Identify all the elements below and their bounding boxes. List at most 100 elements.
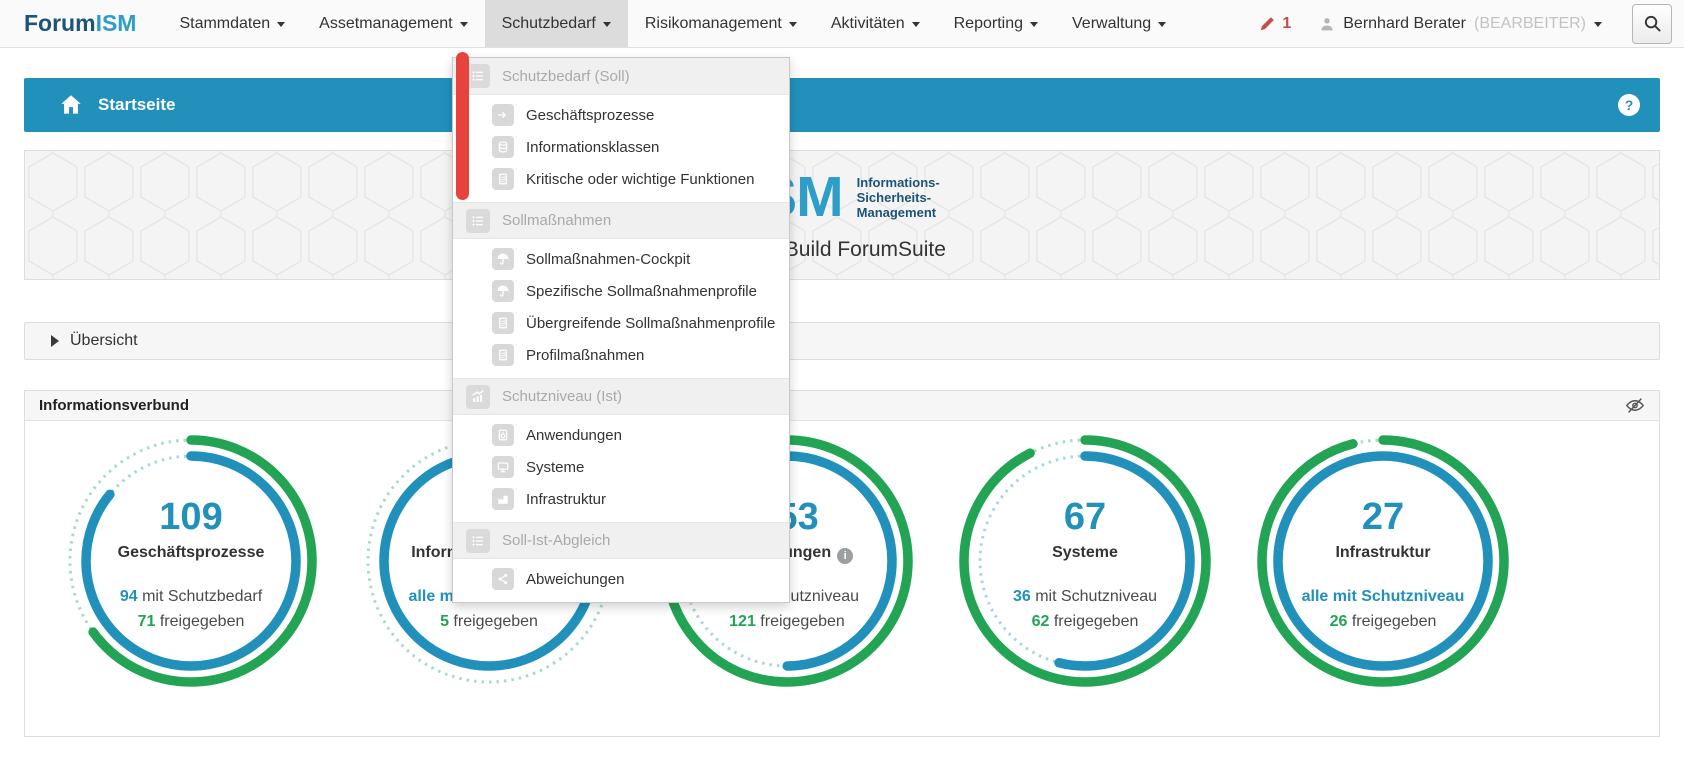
- page-title-bar: Startseite ?: [24, 78, 1660, 132]
- umbrella-icon: [492, 280, 514, 302]
- nav-item-schutzbedarf[interactable]: Schutzbedarf: [484, 0, 628, 47]
- chevron-down-icon: [459, 22, 468, 27]
- menu-item-label: Infrastruktur: [526, 490, 607, 508]
- schutzbedarf-dropdown-menu: Schutzbedarf (Soll) Geschäftsprozesse Info…: [452, 57, 790, 603]
- dropdown-item-list: Abweichungen: [453, 559, 789, 602]
- nav-item-stammdaten[interactable]: Stammdaten: [162, 0, 302, 47]
- donut-label-text: Systeme: [1052, 544, 1118, 561]
- overview-collapse-bar[interactable]: Übersicht: [24, 322, 1660, 360]
- menu-item-abweichungen[interactable]: Abweichungen: [453, 563, 789, 595]
- nav-item-aktivitäten[interactable]: Aktivitäten: [814, 0, 937, 47]
- menu-item-sollmaßnahmen-cockpit[interactable]: Sollmaßnahmen-Cockpit: [453, 243, 789, 275]
- donut-label: Geschäftsprozesse: [62, 544, 320, 562]
- eye-off-icon[interactable]: [1625, 397, 1645, 414]
- menu-item-label: Spezifische Sollmaßnahmenprofile: [526, 282, 757, 300]
- list-icon: [466, 64, 490, 88]
- edit-indicator[interactable]: 1: [1259, 15, 1291, 33]
- ism-caption-line: Informations-: [856, 174, 940, 190]
- arrow-right-icon: [492, 104, 514, 126]
- document-icon: [492, 344, 514, 366]
- panel-title: Informationsverbund: [39, 397, 190, 414]
- dropdown-section-title: Sollmaßnahmen: [502, 212, 612, 229]
- dropdown-section-header: Schutzbedarf (Soll): [453, 58, 789, 95]
- nav-item-reporting[interactable]: Reporting: [937, 0, 1055, 47]
- donut-label: Infrastruktur: [1254, 544, 1512, 562]
- chart-icon: [466, 384, 490, 409]
- informationsverbund-panel: Informationsverbund 109 Geschäftsprozesse…: [24, 390, 1660, 737]
- banner: ISM Informations- Sicherheits- Managemen…: [24, 150, 1660, 280]
- user-name: Bernhard Berater: [1343, 14, 1466, 32]
- document-icon: [492, 168, 514, 190]
- chevron-down-icon: [1030, 22, 1038, 27]
- search-button[interactable]: [1632, 3, 1672, 44]
- umbrella-icon: [492, 248, 514, 270]
- help-button[interactable]: ?: [1618, 94, 1640, 116]
- menu-item-label: Informationsklassen: [526, 138, 660, 156]
- donut-stat-line: 36 mit Schutzniveau: [1012, 588, 1158, 605]
- donut-stat-line: alle mit Schutzniveau: [1301, 588, 1465, 605]
- top-nav: ForumISM Stammdaten Assetmanagement Schutz…: [0, 0, 1684, 48]
- menu-item-infrastruktur[interactable]: Infrastruktur: [453, 483, 789, 515]
- chevron-down-icon: [1594, 22, 1602, 27]
- dropdown-section-header: Sollmaßnahmen: [453, 202, 789, 239]
- menu-item-label: Anwendungen: [526, 426, 622, 444]
- list-icon: [466, 528, 490, 553]
- user-menu[interactable]: Bernhard Berater (BEARBEITER): [1319, 15, 1602, 33]
- dropdown-section-header: Schutzniveau (Ist): [453, 378, 789, 415]
- donut-chart-systeme: 67 Systeme 36 mit Schutzniveau 62 freigegeb…: [956, 432, 1214, 690]
- person-icon: [1319, 16, 1335, 32]
- menu-item-übergreifende-sollmaßnahmenprofile[interactable]: Übergreifende Sollmaßnahmenprofile: [453, 307, 789, 339]
- factory-icon: [492, 488, 514, 510]
- donut-center-value: 109: [159, 496, 223, 538]
- donut-center-value: 27: [1361, 496, 1405, 538]
- search-icon: [1643, 14, 1662, 33]
- dropdown-section: Schutzniveau (Ist) Anwendungen Systeme Infr…: [453, 378, 789, 522]
- menu-item-label: Geschäftsprozesse: [526, 106, 655, 124]
- dropdown-section: Soll-Ist-Abgleich Abweichungen: [453, 522, 789, 602]
- monitor-icon: [492, 456, 514, 478]
- share-icon: [492, 568, 514, 590]
- banner-content: ISM Informations- Sicherheits- Managemen…: [25, 151, 1659, 279]
- menu-item-systeme[interactable]: Systeme: [453, 451, 789, 483]
- donut-stat-line: 26 freigegeben: [1329, 613, 1437, 630]
- app-logo-part1: Forum: [24, 10, 96, 36]
- menu-item-geschäftsprozesse[interactable]: Geschäftsprozesse: [453, 99, 789, 131]
- menu-item-anwendungen[interactable]: Anwendungen: [453, 419, 789, 451]
- nav-item-risikomanagement[interactable]: Risikomanagement: [628, 0, 814, 47]
- dropdown-item-list: Anwendungen Systeme Infrastruktur: [453, 415, 789, 522]
- menu-item-label: Abweichungen: [526, 570, 625, 588]
- database-icon: [492, 136, 514, 158]
- nav-item-label: Verwaltung: [1072, 14, 1152, 32]
- app-logo-part2: ISM: [95, 10, 137, 36]
- menu-item-informationsklassen[interactable]: Informationsklassen: [453, 131, 789, 163]
- donut-label: Systeme: [956, 544, 1214, 562]
- donut-center-value: 67: [1063, 496, 1107, 538]
- chevron-down-icon: [277, 22, 286, 27]
- annotation-red-marker: [456, 52, 469, 200]
- dropdown-section: Schutzbedarf (Soll) Geschäftsprozesse Info…: [453, 58, 789, 202]
- panel-header: Informationsverbund: [25, 391, 1659, 421]
- nav-item-verwaltung[interactable]: Verwaltung: [1055, 0, 1183, 47]
- list-icon: [466, 208, 490, 233]
- donut-stat-lines: 94 mit Schutzbedarf 71 freigegeben: [62, 584, 320, 634]
- nav-item-label: Risikomanagement: [644, 14, 782, 32]
- ism-caption-line: Sicherheits-: [856, 189, 932, 205]
- info-icon[interactable]: i: [837, 548, 854, 564]
- menu-item-profilmaßnahmen[interactable]: Profilmaßnahmen: [453, 339, 789, 371]
- home-icon: [58, 92, 84, 118]
- nav-item-label: Stammdaten: [179, 14, 271, 32]
- user-role: (BEARBEITER): [1473, 14, 1586, 32]
- menu-item-label: Sollmaßnahmen-Cockpit: [526, 250, 691, 268]
- menu-item-spezifische-sollmaßnahmenprofile[interactable]: Spezifische Sollmaßnahmenprofile: [453, 275, 789, 307]
- chevron-down-icon: [1158, 22, 1167, 27]
- menu-item-kritische-oder-wichtige-funktionen[interactable]: Kritische oder wichtige Funktionen: [453, 163, 789, 195]
- nav-item-assetmanagement[interactable]: Assetmanagement: [302, 0, 484, 47]
- nav-item-label: Assetmanagement: [319, 14, 453, 32]
- nav-right: 1 Bernhard Berater (BEARBEITER): [1259, 0, 1684, 47]
- donut-stat-line: 94 mit Schutzbedarf: [119, 588, 263, 605]
- app-icon: [492, 424, 514, 446]
- donut-label-text: Infrastruktur: [1335, 544, 1431, 561]
- document-icon: [492, 312, 514, 334]
- app-logo[interactable]: ForumISM: [0, 0, 162, 47]
- forumism-app: ForumISM Stammdaten Assetmanagement Schutz…: [0, 0, 1684, 784]
